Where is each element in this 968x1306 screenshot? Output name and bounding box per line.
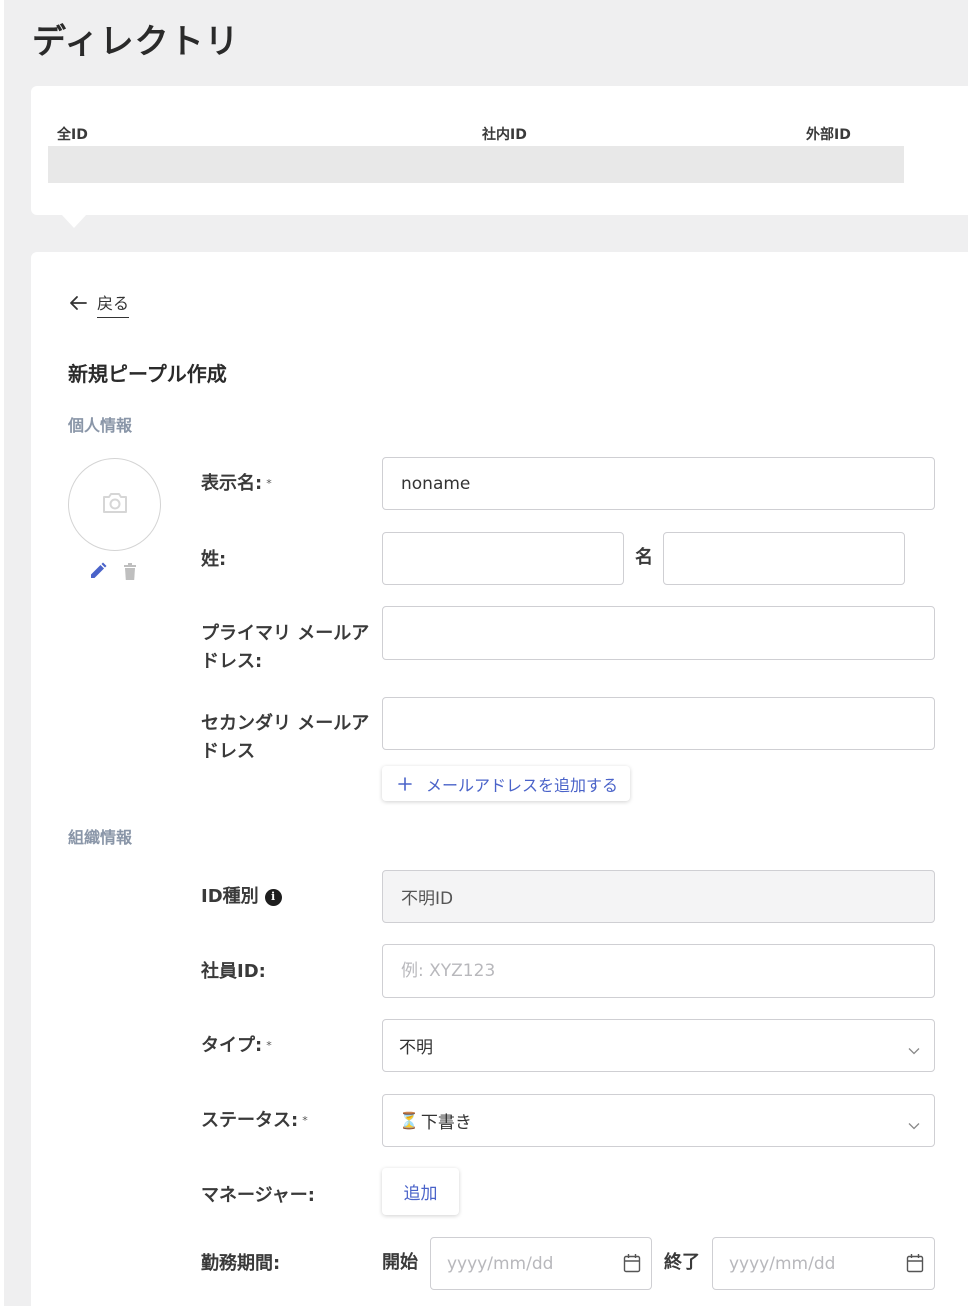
id-type-label: ID種別 i: [201, 883, 282, 911]
status-label: ステータス: *: [201, 1110, 308, 1131]
secondary-email-input[interactable]: [382, 697, 935, 750]
end-date-input[interactable]: yyyy/mm/dd: [712, 1237, 935, 1290]
tab-external-ids[interactable]: 外部ID: [806, 124, 851, 144]
pencil-icon[interactable]: [89, 562, 107, 584]
new-person-form: 戻る 新規ピープル作成 個人情報 表示名:* 姓: 名 プライマリ メールアドレ…: [31, 252, 968, 1306]
calendar-icon[interactable]: [623, 1253, 641, 1278]
back-label: 戻る: [97, 290, 130, 318]
manager-label: マネージャー:: [201, 1185, 315, 1206]
status-select[interactable]: ⏳ 下書き: [382, 1094, 935, 1147]
employee-id-label: 社員ID:: [201, 961, 266, 982]
type-select[interactable]: 不明: [382, 1019, 935, 1072]
back-link[interactable]: 戻る: [69, 290, 130, 318]
form-title: 新規ピープル作成: [68, 362, 227, 386]
tab-all-ids[interactable]: 全ID: [57, 124, 88, 144]
info-icon[interactable]: i: [264, 888, 282, 906]
type-selected-value: 不明: [399, 1038, 433, 1058]
last-name-input[interactable]: [382, 532, 624, 585]
org-section-title: 組織情報: [68, 828, 133, 847]
tab-indicator-bar: [48, 146, 904, 183]
primary-email-input[interactable]: [382, 606, 935, 660]
personal-section-title: 個人情報: [68, 416, 133, 435]
card-pointer: [61, 214, 87, 228]
start-date-input[interactable]: yyyy/mm/dd: [430, 1237, 652, 1290]
trash-icon[interactable]: [123, 563, 137, 584]
arrow-left-icon: [69, 294, 87, 314]
primary-email-label: プライマリ メールアドレス:: [201, 623, 370, 672]
page-title: ディレクトリ: [32, 22, 240, 62]
add-email-label: メールアドレスを追加する: [426, 775, 619, 795]
start-date-label: 開始: [382, 1252, 418, 1273]
first-name-input[interactable]: [663, 532, 905, 585]
start-date-placeholder: yyyy/mm/dd: [447, 1253, 554, 1274]
end-date-placeholder: yyyy/mm/dd: [729, 1253, 836, 1274]
left-edge: [0, 0, 4, 1306]
display-name-label: 表示名: *: [201, 473, 272, 494]
first-name-label: 名: [635, 547, 653, 568]
calendar-icon[interactable]: [906, 1253, 924, 1278]
camera-icon: [101, 491, 129, 519]
tab-internal-ids[interactable]: 社内ID: [482, 124, 527, 144]
chevron-down-icon: [908, 1040, 920, 1060]
id-type-input: [382, 870, 935, 923]
plus-icon: [398, 774, 412, 794]
employee-id-input[interactable]: [382, 944, 935, 998]
add-email-button[interactable]: メールアドレスを追加する: [382, 766, 630, 801]
id-tabs-card: 全ID 社内ID 外部ID: [31, 86, 968, 228]
work-period-label: 勤務期間:: [201, 1253, 281, 1274]
status-selected-value: 下書き: [420, 1113, 472, 1133]
end-date-label: 終了: [664, 1252, 700, 1273]
avatar-upload[interactable]: [68, 458, 161, 551]
type-label: タイプ: *: [201, 1035, 272, 1056]
chevron-down-icon: [908, 1115, 920, 1135]
last-name-label: 姓:: [201, 549, 227, 570]
add-manager-button[interactable]: 追加: [382, 1168, 459, 1215]
display-name-input[interactable]: [382, 457, 935, 510]
secondary-email-label: セカンダリ メールアドレス: [201, 713, 370, 762]
hourglass-icon: ⏳: [399, 1111, 419, 1130]
